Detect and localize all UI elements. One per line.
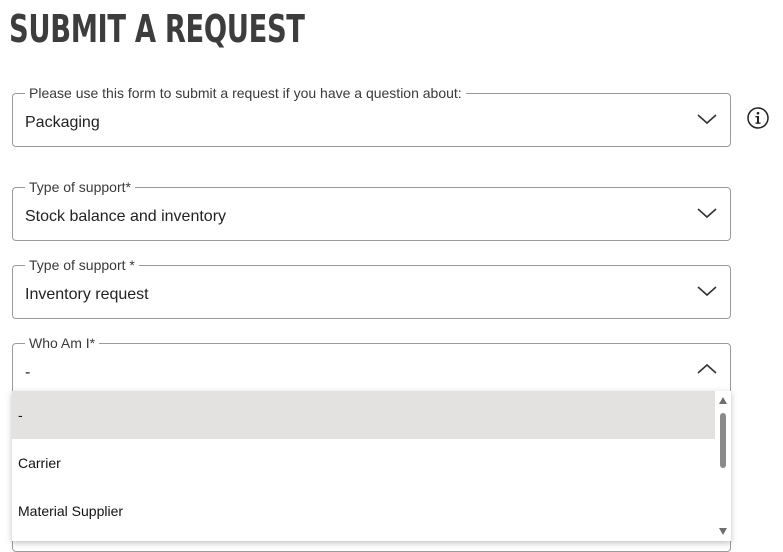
page-title: SUBMIT A REQUEST (9, 7, 305, 51)
dropdown-option[interactable]: Carrier (12, 439, 715, 487)
type-of-support-detail-value: Inventory request (25, 286, 149, 303)
scroll-down-arrow-icon[interactable] (719, 528, 727, 535)
dropdown-scrollbar[interactable] (715, 391, 731, 541)
who-am-i-label: Who Am I* (25, 335, 100, 351)
scrollbar-thumb[interactable] (720, 413, 726, 468)
chevron-up-icon[interactable] (696, 362, 718, 376)
type-of-support-value: Stock balance and inventory (25, 208, 227, 225)
scroll-up-arrow-icon[interactable] (719, 397, 727, 404)
info-circle-icon[interactable] (746, 106, 770, 130)
type-of-support-detail-label: Type of support * (25, 257, 139, 273)
dropdown-option[interactable]: Material Supplier (12, 487, 715, 535)
who-am-i-options-list[interactable]: - Carrier Material Supplier (12, 391, 731, 541)
chevron-down-icon[interactable] (696, 206, 718, 220)
who-am-i-value: - (25, 364, 31, 381)
chevron-down-icon[interactable] (696, 112, 718, 126)
chevron-down-icon[interactable] (696, 284, 718, 298)
question-topic-value: Packaging (25, 114, 100, 131)
type-of-support-detail-select[interactable]: Type of support * Inventory request (12, 257, 731, 319)
question-topic-select[interactable]: Please use this form to submit a request… (12, 85, 731, 147)
type-of-support-select[interactable]: Type of support* Stock balance and inven… (12, 179, 731, 241)
question-topic-label: Please use this form to submit a request… (25, 85, 466, 101)
type-of-support-label: Type of support* (25, 179, 135, 195)
dropdown-option[interactable]: - (12, 391, 715, 439)
